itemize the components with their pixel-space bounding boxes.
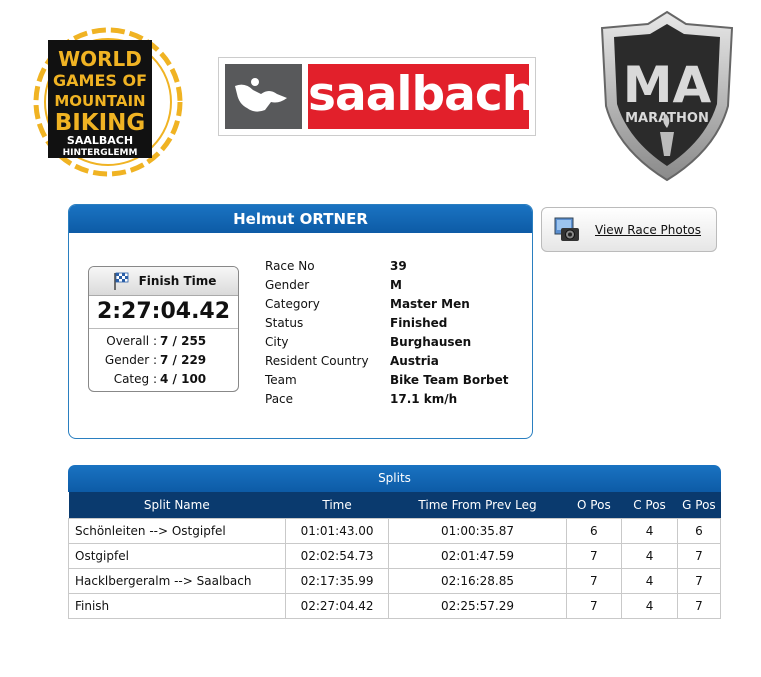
finish-time-value: 2:27:04.42 (89, 296, 238, 329)
info-pace: Pace 17.1 km/h (265, 390, 509, 409)
split-g-pos: 7 (676, 568, 722, 594)
splits-table: Split Name Time Time From Prev Leg O Pos… (68, 492, 722, 619)
split-name: Hacklbergeralm --> Saalbach (68, 568, 286, 594)
split-o-pos: 7 (565, 568, 623, 594)
split-prev-leg: 01:00:35.87 (388, 518, 567, 544)
info-city: City Burghausen (265, 333, 509, 352)
camera-icon (554, 217, 579, 241)
split-g-pos: 7 (676, 543, 722, 569)
col-o-pos: O Pos (566, 492, 622, 519)
split-time: 02:17:35.99 (284, 568, 390, 594)
finish-time-box: Finish Time 2:27:04.42 Overall : 7 / 255… (88, 266, 239, 392)
col-split-name: Split Name (68, 492, 286, 519)
info-value: Finished (390, 316, 448, 330)
col-time-from-prev: Time From Prev Leg (388, 492, 567, 519)
info-value: Austria (390, 354, 439, 368)
world-games-mountain-biking-logo: WORLD GAMES OF MOUNTAIN BIKING SAALBACH … (28, 20, 188, 182)
info-key: Category (265, 297, 320, 311)
info-value: Bike Team Borbet (390, 373, 509, 387)
wgmb-line-1: WORLD (58, 47, 142, 71)
rank-label: Categ : (113, 372, 157, 386)
info-value: 17.1 km/h (390, 392, 458, 406)
athlete-info: Race No 39 Gender M Category Master Men Sta… (265, 257, 509, 409)
athlete-name: Helmut ORTNER (69, 205, 532, 233)
split-name: Ostgipfel (68, 543, 286, 569)
info-category: Category Master Men (265, 295, 509, 314)
split-time: 01:01:43.00 (284, 518, 390, 544)
info-key: Race No (265, 259, 315, 273)
splits-header-row: Split Name Time Time From Prev Leg O Pos… (68, 492, 721, 519)
info-key: Resident Country (265, 354, 369, 368)
split-prev-leg: 02:16:28.85 (388, 568, 567, 594)
ma-letters: MA (623, 56, 712, 114)
info-key: Gender (265, 278, 310, 292)
table-row: Ostgipfel 02:02:54.73 02:01:47.59 7 4 7 (68, 543, 722, 569)
split-g-pos: 6 (676, 518, 722, 544)
split-c-pos: 4 (621, 568, 678, 594)
split-o-pos: 7 (565, 543, 623, 569)
wgmb-line-2: GAMES OF (53, 71, 147, 90)
ma-marathon-logo: MA MARATHON (596, 10, 738, 182)
split-prev-leg: 02:25:57.29 (388, 593, 567, 619)
table-row: Hacklbergeralm --> Saalbach 02:17:35.99 … (68, 568, 722, 594)
rank-value: 7 / 255 (160, 334, 207, 348)
info-key: City (265, 335, 289, 349)
info-status: Status Finished (265, 314, 509, 333)
split-name: Finish (68, 593, 286, 619)
info-gender: Gender M (265, 276, 509, 295)
split-c-pos: 4 (621, 593, 678, 619)
wgmb-line-3: MOUNTAIN (54, 92, 145, 110)
info-value: Master Men (390, 297, 470, 311)
rank-label: Gender : (104, 353, 157, 367)
rank-value: 7 / 229 (160, 353, 207, 367)
split-o-pos: 6 (565, 518, 623, 544)
saalbach-logo: saalbach (218, 57, 536, 136)
split-time: 02:27:04.42 (284, 593, 390, 619)
info-race-no: Race No 39 (265, 257, 509, 276)
split-c-pos: 4 (621, 518, 678, 544)
checkered-flag-icon (113, 272, 129, 290)
wgmb-line-5: SAALBACH (67, 134, 133, 147)
info-country: Resident Country Austria (265, 352, 509, 371)
rank-category: Categ : 4 / 100 (89, 370, 238, 389)
info-value: 39 (390, 259, 407, 273)
rank-gender: Gender : 7 / 229 (89, 351, 238, 370)
col-c-pos: C Pos (621, 492, 678, 519)
info-key: Status (265, 316, 304, 330)
info-team: Team Bike Team Borbet (265, 371, 509, 390)
rank-label: Overall : (106, 334, 157, 348)
view-race-photos-link[interactable]: View Race Photos (595, 223, 701, 237)
finish-time-header: Finish Time (89, 267, 238, 296)
info-value: M (390, 278, 402, 292)
athlete-panel: Helmut ORTNER Finish Time 2:27:04.42 Ove… (68, 204, 533, 439)
split-g-pos: 7 (676, 593, 722, 619)
splits-table-container: Splits Split Name Time Time From Prev Le… (68, 465, 722, 619)
saalbach-wordmark: saalbach (308, 64, 535, 129)
info-value: Burghausen (390, 335, 472, 349)
finish-time-label: Finish Time (138, 274, 217, 288)
table-row: Schönleiten --> Ostgipfel 01:01:43.00 01… (68, 518, 722, 544)
split-c-pos: 4 (621, 543, 678, 569)
saalbach-word: saalbach (308, 67, 535, 122)
col-time: Time (285, 492, 389, 519)
split-name: Schönleiten --> Ostgipfel (68, 518, 286, 544)
split-prev-leg: 02:01:47.59 (388, 543, 567, 569)
col-g-pos: G Pos (677, 492, 721, 519)
info-key: Pace (265, 392, 294, 406)
wgmb-line-4: BIKING (55, 110, 146, 136)
split-o-pos: 7 (565, 593, 623, 619)
wgmb-line-6: HINTERGLEMM (63, 148, 138, 158)
rank-overall: Overall : 7 / 255 (89, 332, 238, 351)
split-time: 02:02:54.73 (284, 543, 390, 569)
view-race-photos-button[interactable]: View Race Photos (541, 207, 717, 252)
table-row: Finish 02:27:04.42 02:25:57.29 7 4 7 (68, 593, 722, 619)
rank-value: 4 / 100 (160, 372, 207, 386)
splits-title: Splits (68, 465, 721, 492)
skier-icon (225, 64, 302, 129)
info-key: Team (265, 373, 297, 387)
